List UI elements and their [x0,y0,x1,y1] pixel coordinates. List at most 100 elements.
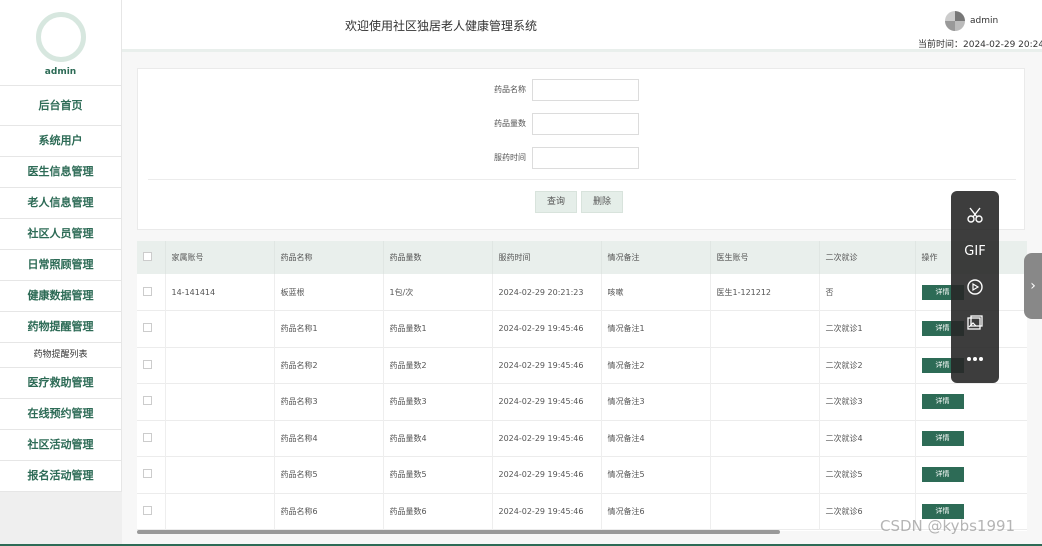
table-cell-name: 药品名称5 [274,456,384,493]
delete-button[interactable]: 删除 [581,191,623,213]
medicine-name-input[interactable] [532,79,639,101]
more-icon[interactable] [951,347,999,371]
table-cell-revisit: 二次就诊1 [819,310,916,347]
table-cell-note: 情况备注2 [601,347,711,384]
table-cell-time: 2024-02-29 19:45:46 [492,493,602,530]
table-cell-doctor [710,383,820,420]
user-menu[interactable]: admin [945,11,998,31]
sidebar-subitem-medicine-list[interactable]: 药物提醒列表 [0,343,121,368]
medication-time-label: 服药时间 [494,153,526,162]
table-cell-qty: 药品量数5 [383,456,493,493]
floating-toolbar: GIF [951,191,999,383]
table-row: 药品名称2 药品量数2 2024-02-29 19:45:46 情况备注2 二次就诊2 详… [137,347,1027,384]
table-cell-account [165,493,275,530]
chevron-right-icon[interactable]: › [1024,253,1042,319]
table-cell-qty: 药品量数1 [383,310,493,347]
row-checkbox[interactable] [143,323,152,333]
medicine-name-label: 药品名称 [494,85,526,94]
row-checkbox[interactable] [143,505,152,515]
data-table: 家属账号 药品名称 药品量数 服药时间 情况备注 医生账号 二次就诊 操作 14… [137,241,1027,531]
table-cell-revisit: 二次就诊4 [819,420,916,457]
scissors-icon[interactable] [951,203,999,227]
avatar [35,12,86,62]
table-row: 药品名称4 药品量数4 2024-02-29 19:45:46 情况备注4 二次就诊4 详… [137,420,1027,457]
detail-button[interactable]: 详情 [921,394,964,410]
table-cell-doctor [710,456,820,493]
sidebar-item[interactable]: 医疗救助管理 [0,368,121,399]
sidebar-item[interactable]: 老人信息管理 [0,188,121,219]
table-row: 药品名称1 药品量数1 2024-02-29 19:45:46 情况备注1 二次就诊1 详… [137,310,1027,347]
sidebar-item[interactable]: 系统用户 [0,126,121,157]
table-cell-account [165,347,275,384]
sidebar-item[interactable]: 报名活动管理 [0,461,121,492]
table-cell-revisit: 二次就诊2 [819,347,916,384]
table-cell-name: 药品名称6 [274,493,384,530]
sidebar-item[interactable]: 社区活动管理 [0,430,121,461]
table-cell-account [165,310,275,347]
gif-icon[interactable]: GIF [951,239,999,263]
table-cell-name: 药品名称3 [274,383,384,420]
table-cell-qty: 药品量数2 [383,347,493,384]
medicine-quantity-input[interactable] [532,113,639,135]
table-cell-time: 2024-02-29 20:21:23 [492,274,602,311]
table-cell-note: 情况备注1 [601,310,711,347]
current-time: 当前时间：2024-02-29 20:24:27 [918,40,1042,50]
sidebar-item[interactable]: 在线预约管理 [0,399,121,430]
table-cell-note: 情况备注5 [601,456,711,493]
column-header: 二次就诊 [819,241,916,274]
user-avatar-icon [945,11,965,31]
sidebar-item[interactable]: 日常照顾管理 [0,250,121,281]
query-button[interactable]: 查询 [535,191,577,213]
table-cell-doctor [710,310,820,347]
table-cell-qty: 药品量数4 [383,420,493,457]
table-cell-qty: 1包/次 [383,274,493,311]
column-header: 医生账号 [710,241,820,274]
column-header: 药品名称 [274,241,384,274]
record-icon[interactable] [951,275,999,299]
table-cell-account [165,456,275,493]
table-header-row: 家属账号 药品名称 药品量数 服药时间 情况备注 医生账号 二次就诊 操作 [137,241,1027,274]
table-cell-time: 2024-02-29 19:45:46 [492,347,602,384]
horizontal-scrollbar[interactable] [137,530,780,534]
table-cell-time: 2024-02-29 19:45:46 [492,383,602,420]
detail-button[interactable]: 详情 [921,430,964,446]
row-checkbox[interactable] [143,359,152,369]
detail-button[interactable]: 详情 [921,467,964,483]
header-username: admin [970,16,999,26]
sidebar-username: admin [44,67,77,77]
sidebar-item-home[interactable]: 后台首页 [0,86,121,126]
gif-label: GIF [964,243,986,259]
table-cell-note: 咳嗽 [601,274,711,311]
table-cell-account [165,383,275,420]
table-cell-revisit: 二次就诊5 [819,456,916,493]
row-checkbox[interactable] [143,396,152,406]
table-cell-note: 情况备注3 [601,383,711,420]
sidebar-item[interactable]: 药物提醒管理 [0,312,121,343]
table-cell-account [165,420,275,457]
table-row: 药品名称5 药品量数5 2024-02-29 19:45:46 情况备注5 二次就诊5 详… [137,456,1027,493]
table-row: 药品名称3 药品量数3 2024-02-29 19:45:46 情况备注3 二次就诊3 详… [137,383,1027,420]
sidebar-item[interactable]: 社区人员管理 [0,219,121,250]
row-checkbox[interactable] [143,286,152,296]
medication-time-input[interactable] [532,147,639,169]
row-checkbox[interactable] [143,469,152,479]
divider [148,179,1016,180]
row-checkbox[interactable] [143,432,152,442]
table-cell-time: 2024-02-29 19:45:46 [492,420,602,457]
table-cell-note: 情况备注4 [601,420,711,457]
sidebar-item[interactable]: 医生信息管理 [0,157,121,188]
table-cell-name: 药品名称4 [274,420,384,457]
search-panel: 药品名称 药品量数 服药时间 查询 删除 [137,68,1025,230]
table-cell-note: 情况备注6 [601,493,711,530]
sidebar: admin 后台首页 系统用户 医生信息管理 老人信息管理 社区人员管理 日常照顾管理健… [0,0,122,546]
sidebar-item[interactable]: 健康数据管理 [0,281,121,312]
column-header: 药品量数 [383,241,493,274]
column-header: 家属账号 [165,241,275,274]
header: 欢迎使用社区独居老人健康管理系统 admin 当前时间：2024-02-29 2… [122,0,1042,52]
column-header: 服药时间 [492,241,602,274]
column-header: 情况备注 [601,241,711,274]
select-all-checkbox[interactable] [143,252,152,261]
table-cell-revisit: 二次就诊3 [819,383,916,420]
medicine-quantity-label: 药品量数 [494,119,526,128]
image-icon[interactable] [951,311,999,335]
